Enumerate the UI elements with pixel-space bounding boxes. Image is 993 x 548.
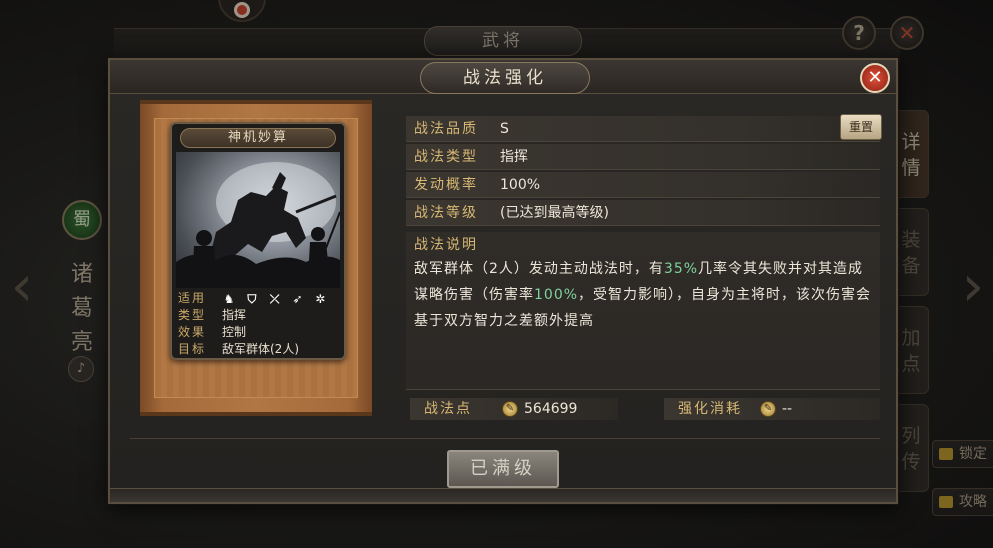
field-trigger-rate: 发动概率 100% — [406, 172, 880, 198]
dialog-bottombar — [110, 488, 896, 502]
tactic-card-artwork — [176, 152, 341, 288]
reset-button[interactable]: 重置 — [840, 114, 882, 140]
dialog-close-button[interactable]: ✕ — [860, 63, 890, 93]
tactic-card-name: 神机妙算 — [180, 128, 336, 148]
card-row-effect: 效果 控制 — [178, 325, 247, 339]
card-row-type: 类型 指挥 — [178, 308, 247, 322]
spear-icon: ➶ — [292, 292, 303, 306]
battle-silhouette-icon — [176, 162, 341, 288]
field-quality: 战法品质 S — [406, 116, 880, 142]
tactic-card: 神机妙算 适用 ♞ ⛉ ⤫ ➶ ✲ 类型 指挥 效果 控制 目标 敌军群体(2人… — [170, 122, 346, 360]
tactic-points-row: 战法点 ✎ 564699 — [410, 398, 618, 420]
dialog-title: 战法强化 — [420, 62, 590, 94]
cost-coin-icon: ✎ — [760, 401, 776, 417]
tactic-card-info: 适用 ♞ ⛉ ⤫ ➶ ✲ 类型 指挥 效果 控制 目标 敌军群体(2人) — [178, 290, 342, 358]
max-level-button[interactable]: 已满级 — [447, 450, 559, 488]
upgrade-cost-value: -- — [782, 401, 793, 417]
tactic-upgrade-dialog: 战法强化 ✕ 神机妙算 适用 ♞ ⛉ ⤫ ➶ ✲ 类型 指挥 效果 控制 目标 … — [108, 58, 898, 504]
cavalry-icon: ♞ — [223, 292, 235, 306]
card-row-applicable: 适用 ♞ ⛉ ⤫ ➶ ✲ — [178, 290, 342, 307]
upgrade-cost-row: 强化消耗 ✎ -- — [664, 398, 880, 420]
dialog-divider — [130, 438, 880, 439]
siege-icon: ✲ — [315, 292, 326, 306]
field-type: 战法类型 指挥 — [406, 144, 880, 170]
tactic-description-text: 敌军群体（2人）发动主动战法时，有35%几率令其失败并对其造成谋略伤害（伤害率1… — [414, 261, 872, 329]
tactic-points-value: 564699 — [524, 401, 578, 417]
field-level: 战法等级 (已达到最高等级) — [406, 200, 880, 226]
bow-icon: ⤫ — [269, 292, 280, 306]
unit-type-icons: ♞ ⛉ ⤫ ➶ ✲ — [222, 291, 332, 308]
shield-icon: ⛉ — [247, 292, 257, 306]
card-row-target: 目标 敌军群体(2人) — [178, 342, 299, 356]
tactic-point-coin-icon: ✎ — [502, 401, 518, 417]
tactic-description: 战法说明 敌军群体（2人）发动主动战法时，有35%几率令其失败并对其造成谋略伤害… — [406, 232, 880, 390]
